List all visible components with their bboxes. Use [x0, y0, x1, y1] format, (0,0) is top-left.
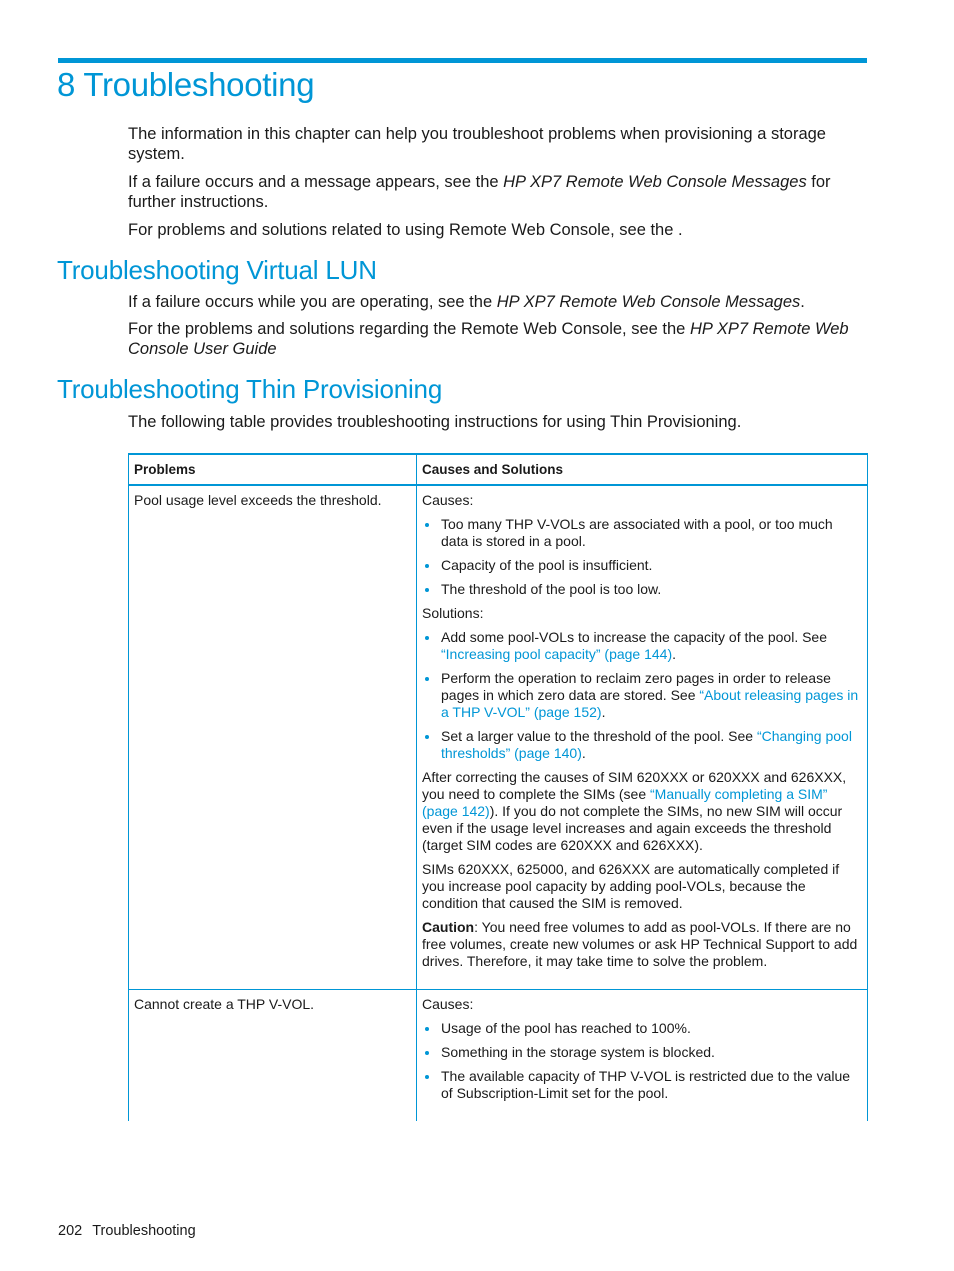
text: . — [672, 646, 677, 662]
text: . — [800, 293, 805, 311]
text: Add some pool-VOLs to increase the capac… — [441, 629, 828, 645]
table-row: Cannot create a THP V-VOL. Causes: Usage… — [128, 989, 868, 1121]
text: For the problems and solutions regarding… — [128, 320, 690, 338]
virtual-lun-paragraph-2: For the problems and solutions regarding… — [128, 319, 868, 359]
section-heading-virtual-lun: Troubleshooting Virtual LUN — [57, 255, 377, 285]
footer-section-name: Troubleshooting — [92, 1223, 196, 1239]
caution-label: Caution — [422, 919, 475, 935]
intro-paragraph-1: The information in this chapter can help… — [128, 125, 826, 163]
solutions-label: Solutions: — [422, 605, 484, 621]
text: . — [601, 704, 606, 720]
problem-cell: Pool usage level exceeds the threshold. — [128, 485, 417, 990]
caution-note: Caution: You need free volumes to add as… — [422, 919, 862, 970]
table-header-row: Problems Causes and Solutions — [128, 453, 868, 486]
solution-item: Set a larger value to the threshold of t… — [422, 728, 862, 762]
section-heading-thin-provisioning: Troubleshooting Thin Provisioning — [57, 374, 443, 404]
sim-auto-note: SIMs 620XXX, 625000, and 626XXX are auto… — [422, 861, 840, 911]
solutions-list: Add some pool-VOLs to increase the capac… — [422, 629, 862, 762]
cause-item: Too many THP V-VOLs are associated with … — [422, 516, 862, 550]
virtual-lun-paragraph-1: If a failure occurs while you are operat… — [128, 292, 868, 312]
causes-solutions-cell: Causes: Too many THP V-VOLs are associat… — [416, 485, 868, 990]
solution-item: Add some pool-VOLs to increase the capac… — [422, 629, 862, 663]
text: . — [581, 745, 586, 761]
cause-item: Capacity of the pool is insufficient. — [422, 557, 862, 574]
solution-item: Perform the operation to reclaim zero pa… — [422, 670, 862, 721]
causes-list: Too many THP V-VOLs are associated with … — [422, 516, 862, 598]
caution-text: : You need free volumes to add as pool-V… — [422, 919, 858, 969]
chapter-title: 8 Troubleshooting — [57, 66, 315, 103]
causes-list: Usage of the pool has reached to 100%. S… — [422, 1020, 862, 1102]
page-number: 202 — [58, 1223, 83, 1239]
column-header-problems: Problems — [128, 453, 417, 486]
cause-item: The available capacity of THP V-VOL is r… — [422, 1068, 862, 1102]
cause-item: Something in the storage system is block… — [422, 1044, 862, 1061]
intro-paragraph-3: For problems and solutions related to us… — [128, 221, 683, 239]
column-header-causes-solutions: Causes and Solutions — [416, 453, 868, 486]
troubleshooting-table: Problems Causes and Solutions Pool usage… — [128, 453, 868, 1121]
causes-label: Causes: — [422, 996, 474, 1012]
page-footer: 202 Troubleshooting — [58, 1223, 196, 1239]
cause-item: Usage of the pool has reached to 100%. — [422, 1020, 862, 1037]
link-increasing-pool-capacity[interactable]: “Increasing pool capacity” (page 144) — [441, 646, 672, 662]
text: If a failure occurs while you are operat… — [128, 293, 497, 311]
problem-cell: Cannot create a THP V-VOL. — [128, 989, 417, 1121]
text: If a failure occurs and a message appear… — [128, 173, 504, 191]
causes-solutions-cell: Causes: Usage of the pool has reached to… — [416, 989, 868, 1121]
messages-guide-title: HP XP7 Remote Web Console Messages — [503, 173, 807, 191]
intro-paragraph-2: If a failure occurs and a message appear… — [128, 172, 868, 212]
messages-guide-title: HP XP7 Remote Web Console Messages — [496, 293, 801, 311]
table-row: Pool usage level exceeds the threshold. … — [128, 485, 868, 990]
cause-item: The threshold of the pool is too low. — [422, 581, 862, 598]
chapter-top-rule — [58, 58, 867, 63]
text: Set a larger value to the threshold of t… — [441, 728, 757, 744]
thin-provisioning-paragraph: The following table provides troubleshoo… — [128, 413, 742, 431]
sim-note: After correcting the causes of SIM 620XX… — [422, 769, 862, 854]
causes-label: Causes: — [422, 492, 474, 508]
